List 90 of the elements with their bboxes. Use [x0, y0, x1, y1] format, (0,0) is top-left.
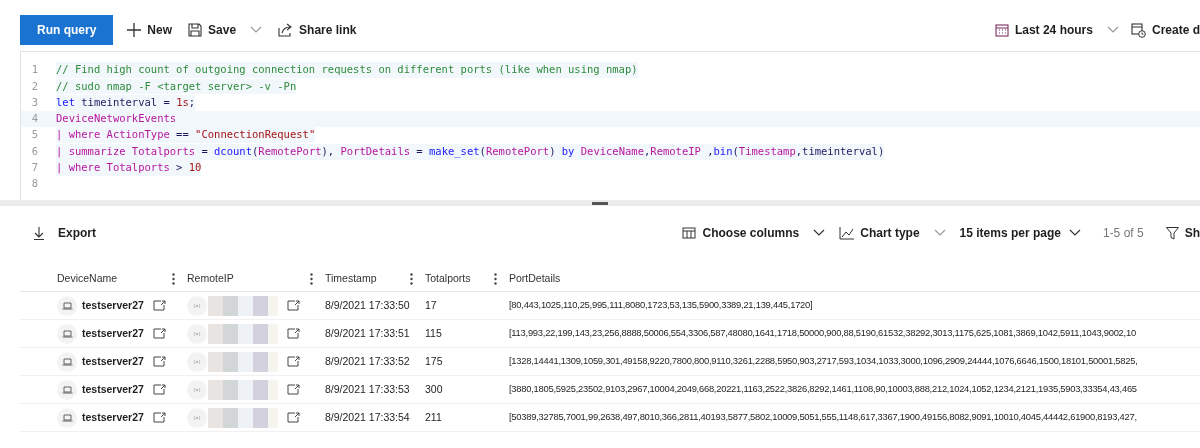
open-external-icon[interactable] — [287, 384, 300, 395]
device-name-link[interactable]: testserver27 — [82, 325, 144, 342]
port-details-cell: [50389,32785,7001,99,2638,497,8010,366,2811,40193,5877,5802,10009,5051,555,1148,617,3367,1900,49156,8082,9091,10010,4045,44442,61900,8193,427, — [509, 410, 1137, 425]
redacted-block — [208, 323, 278, 344]
network-icon — [187, 295, 207, 316]
line-number: 6 — [30, 143, 39, 159]
open-external-icon[interactable] — [152, 356, 166, 367]
open-external-icon[interactable] — [152, 328, 166, 339]
totalports-cell-text: 300 — [425, 381, 444, 397]
line-number: 4 — [30, 111, 39, 127]
column-header[interactable]: PortDetails — [509, 270, 561, 287]
chart-type-button[interactable]: Chart type — [839, 224, 946, 242]
chevron-down-icon — [933, 229, 946, 237]
page-range: 1-5 of 5 — [1102, 225, 1144, 242]
port-details-cell: [1328,14441,1309,1059,301,49158,9220,7800,800,9110,3261,2288,5950,903,2717,593,1034,1033,3000,1096,2909,24444,1076,6646,1500,18101,50001,5825, — [509, 354, 1138, 369]
column-header[interactable]: Totalports — [425, 270, 471, 287]
timestamp-cell-text: 8/9/2021 17:33:53 — [325, 381, 411, 397]
timestamp-cell-text: 8/9/2021 17:33:54 — [325, 409, 411, 425]
device-name-link[interactable]: testserver27 — [82, 353, 144, 370]
network-icon — [187, 323, 207, 344]
laptop-icon — [57, 379, 77, 400]
line-number: 7 — [30, 160, 39, 176]
device-name-link[interactable]: testserver27 — [82, 409, 144, 426]
timestamp-cell-text: 8/9/2021 17:33:50 — [325, 297, 411, 313]
laptop-icon — [57, 351, 77, 372]
download-icon — [34, 226, 44, 240]
device-name-link[interactable]: testserver27 — [82, 297, 144, 314]
timestamp-cell-text: 8/9/2021 17:33:52 — [325, 353, 411, 369]
create-button[interactable]: Create d — [1130, 21, 1200, 39]
redacted-block — [208, 407, 278, 428]
splitter-handle[interactable] — [592, 202, 608, 205]
totalports-cell-text: 17 — [425, 297, 438, 313]
line-number: 2 — [30, 78, 39, 94]
time-range-dropdown[interactable]: Last 24 hours — [994, 21, 1119, 39]
save-button[interactable]: Save — [186, 21, 265, 39]
line-number: 1 — [30, 62, 39, 78]
laptop-icon — [57, 295, 77, 316]
open-external-icon[interactable] — [152, 384, 166, 395]
open-external-icon[interactable] — [287, 412, 300, 423]
column-header[interactable]: DeviceName — [57, 270, 118, 287]
laptop-icon — [57, 323, 77, 344]
line-number: 8 — [30, 176, 39, 192]
timestamp-cell-text: 8/9/2021 17:33:51 — [325, 325, 411, 341]
line-chart-icon — [839, 226, 855, 240]
plus-icon — [127, 23, 142, 37]
totalports-cell-text: 211 — [425, 409, 443, 425]
port-details-cell: [80,443,1025,110,25,995,111,8080,1723,53,135,5900,3389,21,139,445,1720] — [509, 298, 813, 313]
share-button[interactable]: Share link — [276, 21, 359, 39]
line-number: 5 — [30, 127, 39, 143]
chevron-down-icon — [250, 26, 263, 34]
network-icon — [187, 407, 207, 428]
open-external-icon[interactable] — [152, 412, 166, 423]
calendar-icon — [994, 23, 1009, 37]
filter-button[interactable]: Sh — [1165, 224, 1200, 242]
port-details-cell: [3880,1805,5925,23502,9103,2967,10004,2049,668,20221,1163,2522,3826,8292,1461,1108,90,10003,888,212,1024,1052,1234,2121,1935,5903,33354,43,465 — [509, 382, 1137, 397]
column-header[interactable]: Timestamp — [325, 270, 377, 287]
line-number: 3 — [30, 94, 39, 110]
new-button[interactable]: New — [125, 21, 175, 39]
redacted-block — [208, 379, 278, 400]
open-external-icon[interactable] — [152, 300, 166, 311]
chevron-down-icon — [813, 229, 826, 237]
column-header[interactable]: RemoteIP — [187, 270, 234, 287]
device-name-link[interactable]: testserver27 — [82, 381, 144, 398]
choose-columns-button[interactable]: Choose columns — [681, 224, 826, 242]
filter-icon — [1165, 226, 1179, 240]
laptop-icon — [57, 407, 77, 428]
totalports-cell-text: 115 — [425, 325, 443, 341]
redacted-block — [208, 351, 278, 372]
more-options-icon[interactable] — [172, 272, 175, 285]
open-external-icon[interactable] — [287, 356, 300, 367]
save-icon — [188, 23, 203, 37]
totalports-cell-text: 175 — [425, 353, 444, 369]
chevron-down-icon — [1068, 229, 1081, 237]
network-icon — [187, 379, 207, 400]
run-query-button[interactable]: Run query — [20, 15, 114, 45]
open-external-icon[interactable] — [287, 300, 300, 311]
more-options-icon[interactable] — [410, 272, 413, 285]
network-icon — [187, 351, 207, 372]
query-editor[interactable] — [20, 51, 1200, 200]
more-options-icon[interactable] — [494, 272, 497, 285]
share-icon — [278, 23, 294, 37]
chevron-down-icon — [1106, 26, 1119, 34]
items-per-page-dropdown[interactable]: 15 items per page — [959, 224, 1081, 242]
more-options-icon[interactable] — [310, 272, 313, 285]
open-external-icon[interactable] — [287, 328, 300, 339]
columns-icon — [681, 226, 697, 240]
export-button[interactable]: Export — [34, 224, 96, 242]
port-details-cell: [113,993,22,199,143,23,256,8888,50006,554,3306,587,48080,1641,1718,50000,900,88,5190,61532,38292,3013,1175,625,1081,3869,1042,5911,1043,9002,10 — [509, 326, 1136, 341]
redacted-block — [208, 295, 278, 316]
calendar-clock-icon — [1130, 22, 1146, 38]
